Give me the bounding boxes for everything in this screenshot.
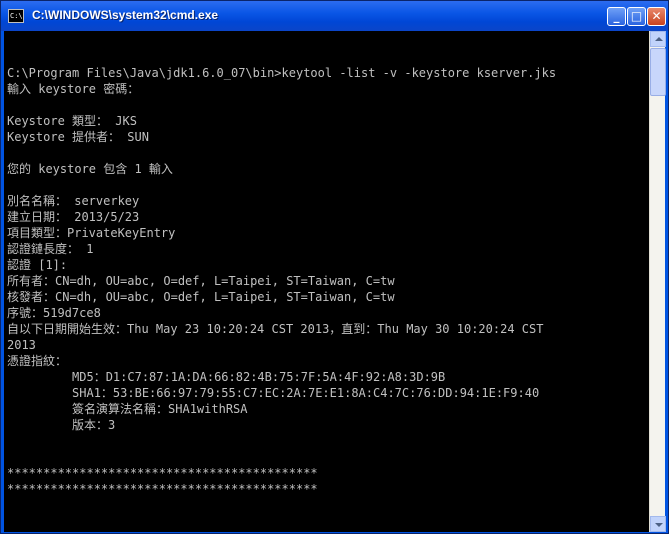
console-line: 版本：3: [7, 418, 116, 432]
scroll-thumb[interactable]: [650, 48, 666, 96]
console-line: Keystore 類型： JKS: [7, 114, 137, 128]
console-line: MD5：D1:C7:87:1A:DA:66:82:4B:75:7F:5A:4F:…: [7, 370, 446, 384]
console-line: 核發者：CN=dh, OU=abc, O=def, L=Taipei, ST=T…: [7, 290, 395, 304]
maximize-button[interactable]: □: [627, 7, 646, 26]
console-output: C:\Program Files\Java\jdk1.6.0_07\bin>ke…: [7, 49, 647, 529]
console-line: ****************************************…: [7, 466, 318, 480]
console-line: 建立日期： 2013/5/23: [7, 210, 140, 224]
console-line: 項目類型：PrivateKeyEntry: [7, 226, 176, 240]
console-line: 憑證指紋：: [7, 354, 68, 368]
arrow-down-icon: [655, 523, 663, 527]
title-bar[interactable]: C:\ C:\WINDOWS\system32\cmd.exe _ □ ✕: [1, 1, 668, 31]
console-line: 輸入 keystore 密碼：: [7, 82, 140, 96]
vertical-scrollbar[interactable]: [649, 31, 666, 532]
console-line: C:\Program Files\Java\jdk1.6.0_07\bin>ke…: [7, 66, 557, 80]
arrow-up-icon: [655, 37, 663, 41]
scroll-up-button[interactable]: [650, 31, 666, 47]
console-line: 2013: [7, 338, 36, 352]
console-line: Keystore 提供者： SUN: [7, 130, 149, 144]
console-line: SHA1：53:BE:66:97:79:55:C7:EC:2A:7E:E1:8A…: [7, 386, 540, 400]
console-line: ****************************************…: [7, 482, 318, 496]
minimize-button[interactable]: _: [607, 7, 626, 26]
close-button[interactable]: ✕: [647, 7, 666, 26]
window-title: C:\WINDOWS\system32\cmd.exe: [32, 8, 219, 22]
console-line: 認證 [1]:: [7, 258, 68, 272]
console-line: 認證鏈長度： 1: [7, 242, 94, 256]
console-area[interactable]: C:\Program Files\Java\jdk1.6.0_07\bin>ke…: [4, 31, 666, 532]
console-line: 您的 keystore 包含 1 輸入: [7, 162, 173, 176]
cmd-window: C:\ C:\WINDOWS\system32\cmd.exe _ □ ✕ C:…: [0, 0, 669, 534]
console-line: 自以下日期開始生效：Thu May 23 10:20:24 CST 2013，直…: [7, 322, 544, 336]
console-line: 序號：519d7ce8: [7, 306, 101, 320]
console-line: 別名名稱： serverkey: [7, 194, 140, 208]
scroll-down-button[interactable]: [650, 516, 666, 532]
cmd-icon[interactable]: C:\: [8, 9, 24, 23]
console-line: 簽名演算法名稱：SHA1withRSA: [7, 402, 248, 416]
console-line: 所有者：CN=dh, OU=abc, O=def, L=Taipei, ST=T…: [7, 274, 395, 288]
